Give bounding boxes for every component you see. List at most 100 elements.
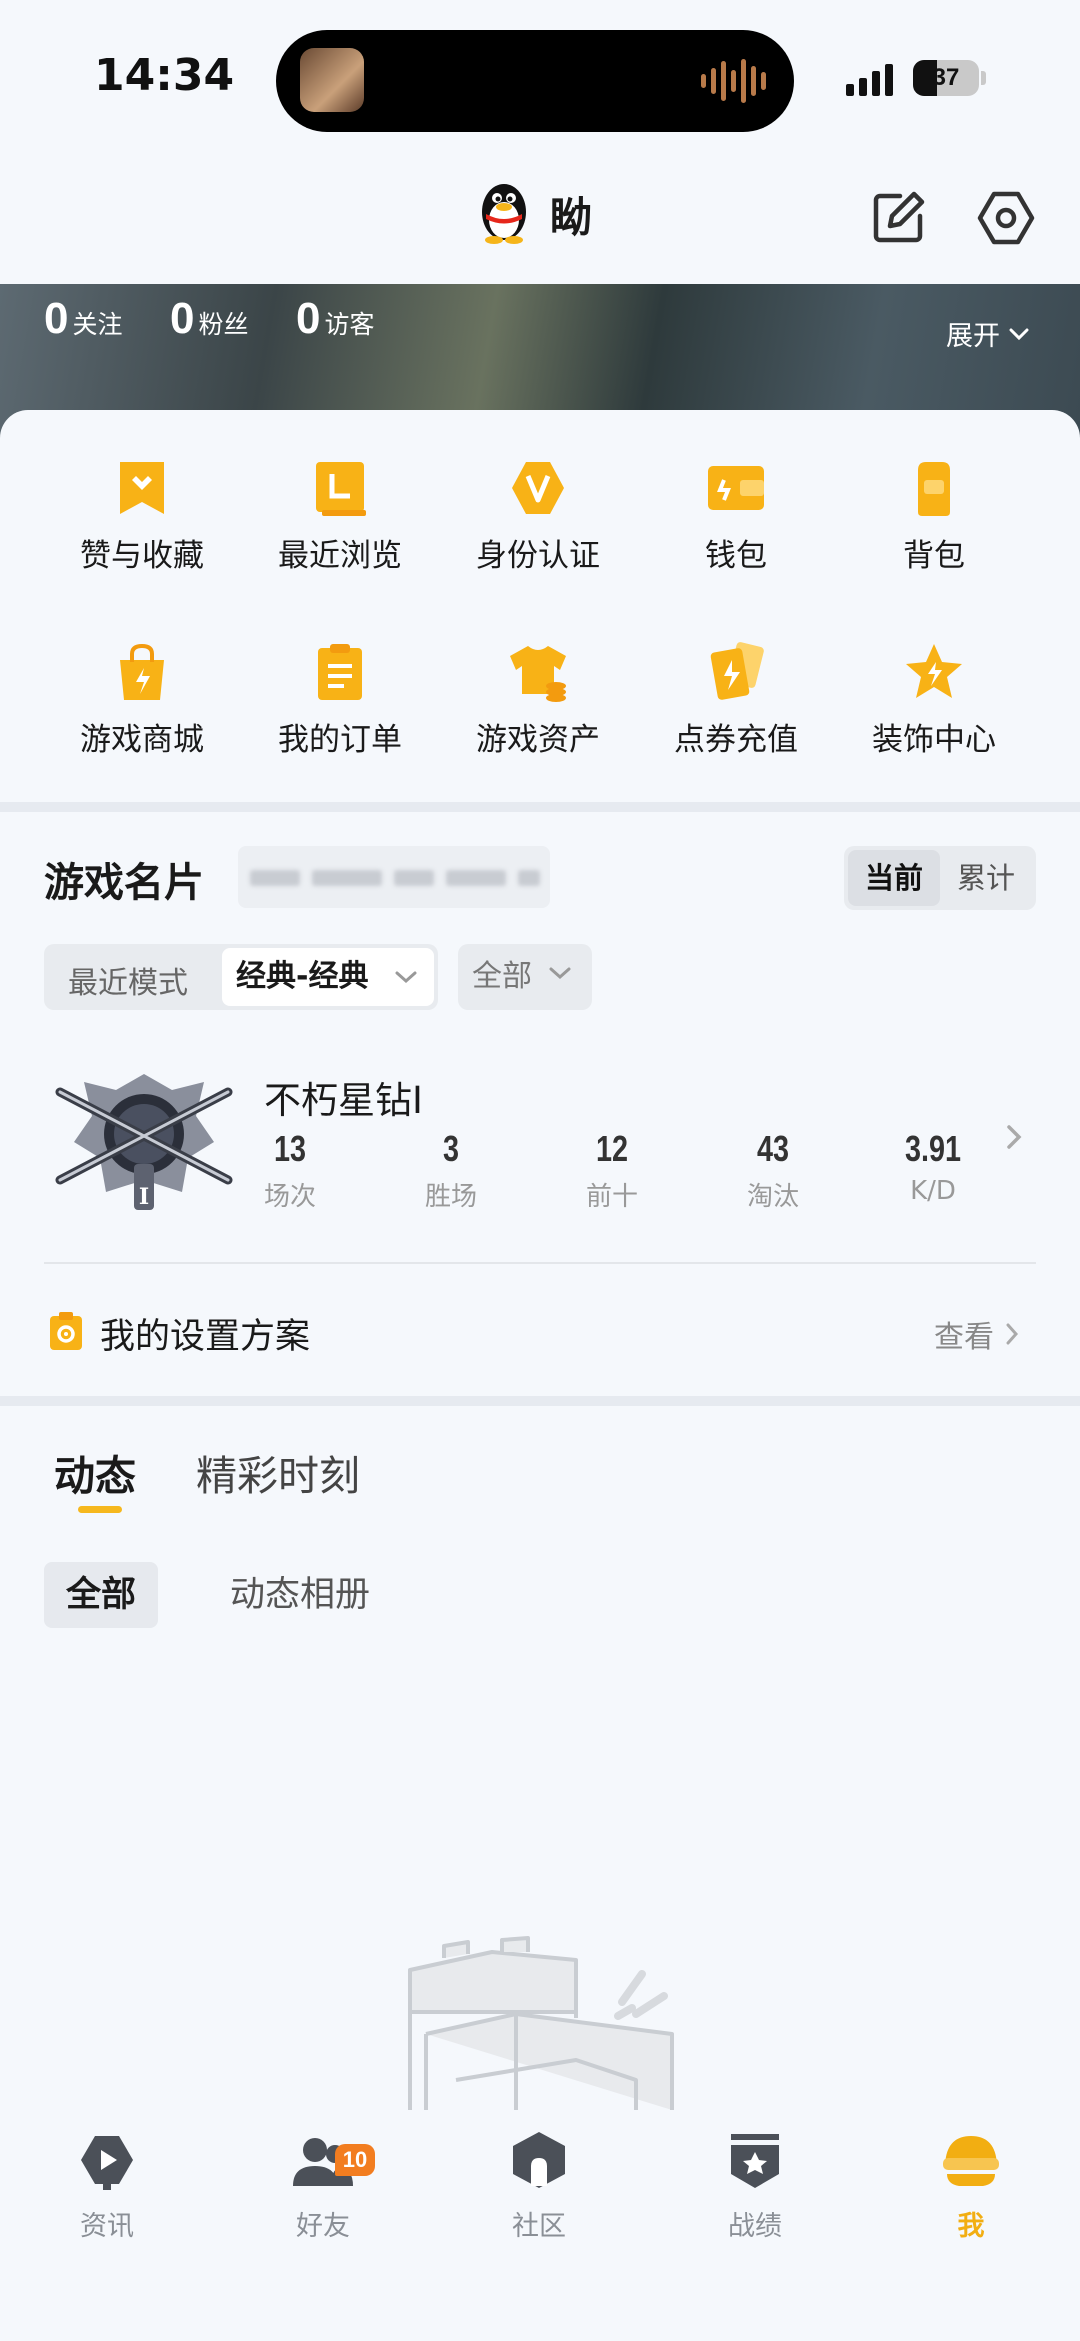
bottom-navigation: 资讯 10 好友 社区 战绩 我 [0, 2112, 1080, 2341]
visitors-count: 0 [296, 294, 321, 343]
chevron-right-icon [1006, 1323, 1019, 1345]
follow-stat[interactable]: 0 关注 [44, 296, 123, 342]
nav-label: 战绩 [728, 2211, 782, 2242]
stat-matches: 13 场次 [230, 1128, 350, 1213]
nav-me[interactable]: 我 [891, 2128, 1051, 2243]
dynamic-island[interactable] [276, 30, 794, 132]
subtab-all[interactable]: 全部 [44, 1562, 159, 1628]
grid-item-decoration[interactable]: 装饰中心 [834, 640, 1034, 759]
mode-value: 经典-经典 [236, 959, 369, 994]
grid-item-identity[interactable]: 身份认证 [438, 456, 638, 575]
chevron-right-icon[interactable] [1004, 1122, 1024, 1152]
svg-text:I: I [139, 1184, 149, 1210]
nav-label: 资讯 [80, 2211, 134, 2242]
fans-stat[interactable]: 0 粉丝 [170, 296, 249, 342]
active-tab-indicator [78, 1506, 122, 1513]
chevron-down-icon [395, 971, 417, 984]
chevron-down-icon [1009, 328, 1029, 340]
grid-item-coupon-recharge[interactable]: 点券充值 [636, 640, 836, 759]
grid-item-backpack[interactable]: 背包 [834, 456, 1034, 575]
view-label: 查看 [934, 1320, 994, 1355]
toggle-current[interactable]: 当前 [848, 850, 940, 906]
grid-item-orders[interactable]: 我的订单 [240, 640, 440, 759]
stat-value: 13 [273, 1128, 307, 1169]
mode-dropdown[interactable]: 经典-经典 [222, 948, 434, 1006]
rank-name: 不朽星钻I [264, 1079, 423, 1122]
stat-label: 胜场 [424, 1182, 477, 1212]
stats-period-toggle: 当前 累计 [844, 846, 1036, 910]
qq-penguin-avatar[interactable] [474, 178, 534, 244]
friends-badge: 10 [335, 2144, 375, 2176]
nav-record[interactable]: 战绩 [675, 2128, 835, 2243]
recent-browse-icon [316, 462, 366, 516]
status-time: 14:34 [94, 50, 235, 101]
feature-grid: 赞与收藏 最近浏览 身份认证 钱包 背包 游戏商城 我的订单 游戏资产 点券充值… [0, 410, 1080, 802]
stat-label: 场次 [263, 1182, 316, 1212]
tab-feed[interactable]: 动态 [54, 1442, 136, 1502]
wallet-icon [708, 466, 764, 510]
toggle-cumulative[interactable]: 累计 [940, 850, 1032, 906]
stat-eliminations: 43 淘汰 [713, 1128, 833, 1213]
grid-label: 装饰中心 [872, 722, 996, 758]
battery-level: 37 [932, 64, 960, 91]
like-collect-icon [120, 462, 164, 514]
me-icon [943, 2136, 999, 2186]
grid-item-recent-browse[interactable]: 最近浏览 [240, 456, 440, 575]
expand-label: 展开 [946, 321, 1000, 352]
settings-plan-view-button[interactable]: 查看 [934, 1312, 1020, 1356]
filter-value: 全部 [472, 959, 532, 994]
mode-selector: 最近模式 经典-经典 [44, 944, 438, 1010]
subtab-album[interactable]: 动态相册 [208, 1562, 392, 1628]
stat-value: 12 [595, 1128, 629, 1169]
section-divider [0, 1396, 1080, 1406]
orders-icon [318, 644, 362, 700]
filter-dropdown[interactable]: 全部 [458, 944, 592, 1010]
nav-friends[interactable]: 10 好友 [243, 2128, 403, 2243]
settings-plan-icon [50, 1312, 82, 1350]
game-id-blurred [238, 846, 550, 908]
grid-item-wallet[interactable]: 钱包 [636, 456, 836, 575]
username: 眑 [550, 193, 593, 242]
tab-highlights[interactable]: 精彩时刻 [196, 1442, 360, 1502]
grid-label: 点券充值 [674, 722, 798, 758]
grid-label: 游戏商城 [80, 722, 204, 758]
identity-verify-icon [512, 462, 564, 514]
game-store-icon [120, 643, 164, 700]
stat-kd: 3.91 K/D [873, 1128, 993, 1206]
record-icon [731, 2134, 779, 2188]
empty-box-illustration [408, 1936, 674, 2110]
game-assets-icon [510, 646, 566, 702]
stat-value: 3 [442, 1128, 460, 1169]
grid-label: 背包 [903, 538, 965, 574]
settings-icon[interactable] [974, 186, 1038, 250]
stat-label: 淘汰 [746, 1182, 799, 1212]
grid-item-like-collect[interactable]: 赞与收藏 [42, 456, 242, 575]
battery-tip [981, 71, 986, 85]
expand-button[interactable]: 展开 [946, 314, 1030, 353]
nav-label: 好友 [296, 2211, 350, 2242]
stat-value: 43 [756, 1128, 790, 1169]
grid-item-game-assets[interactable]: 游戏资产 [438, 640, 638, 759]
game-card-title: 游戏名片 [44, 860, 204, 906]
grid-label: 身份认证 [476, 538, 600, 574]
settings-plan-label[interactable]: 我的设置方案 [100, 1308, 310, 1359]
stat-label: K/D [910, 1176, 956, 1206]
fans-count: 0 [170, 294, 195, 343]
stat-top10: 12 前十 [552, 1128, 672, 1213]
profile-header: 眑 [0, 150, 1080, 284]
status-bar: 14:34 37 [0, 0, 1080, 150]
stat-wins: 3 胜场 [391, 1128, 511, 1213]
edit-profile-icon[interactable] [866, 186, 930, 250]
grid-label: 游戏资产 [476, 722, 600, 758]
nav-news[interactable]: 资讯 [27, 2128, 187, 2243]
nav-community[interactable]: 社区 [459, 2128, 619, 2243]
rank-badge-icon[interactable]: I [54, 1068, 234, 1216]
coupon-recharge-icon [710, 642, 764, 700]
visitors-stat[interactable]: 0 访客 [296, 296, 375, 342]
stat-value: 3.91 [904, 1128, 962, 1169]
community-icon [513, 2132, 565, 2188]
divider [44, 1262, 1036, 1264]
media-thumbnail [300, 48, 364, 112]
grid-item-game-store[interactable]: 游戏商城 [42, 640, 242, 759]
stat-label: 前十 [585, 1182, 638, 1212]
